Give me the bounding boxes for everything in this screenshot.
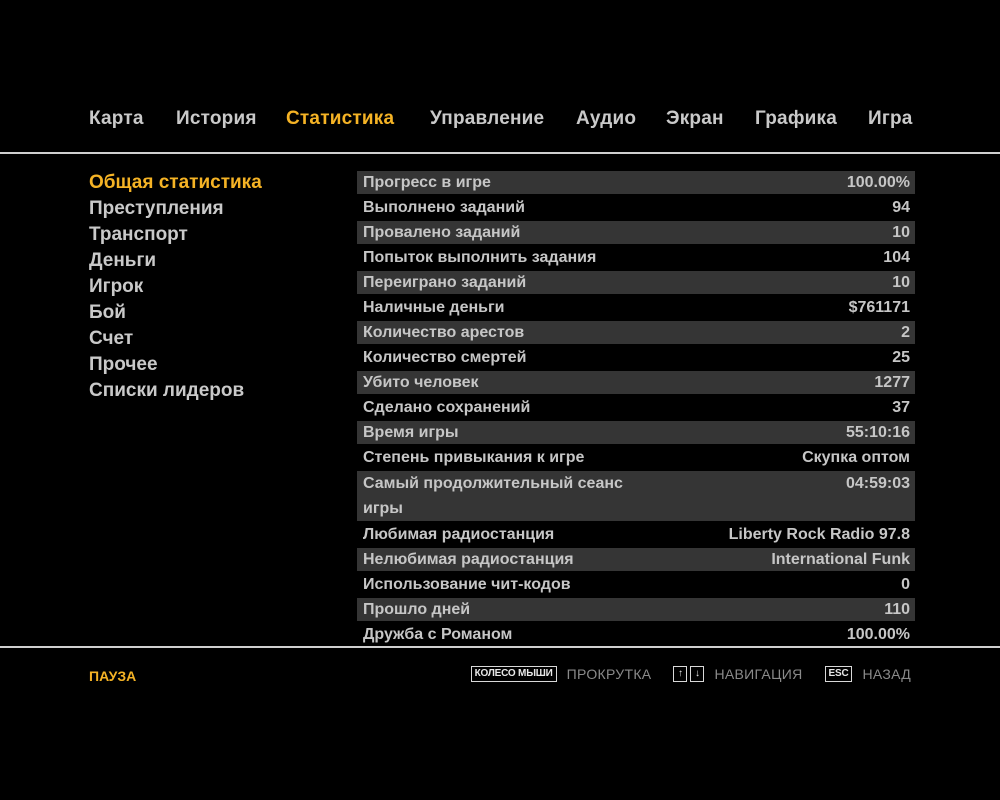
arrow-up-icon: ↑ [673,666,688,682]
stat-value: 94 [892,199,910,216]
stat-row: Дружба с Романом 100.00% [357,623,915,646]
back-button[interactable]: НАЗАД [862,666,911,682]
esc-key-icon[interactable]: ESC [824,666,853,682]
stat-row: Прошло дней 110 [357,598,915,621]
top-nav: Карта История Статистика Управление Ауди… [0,108,1000,140]
stat-label: Наличные деньги [363,299,505,316]
tab-story[interactable]: История [176,108,257,130]
stat-row: Провалено заданий 10 [357,221,915,244]
stat-value: $761171 [848,299,910,316]
stat-value: 55:10:16 [845,424,910,441]
stat-row: Убито человек 1277 [357,371,915,394]
stat-row: Попыток выполнить задания 104 [357,246,915,269]
stat-label: Прошло дней [363,601,471,618]
stat-value: 10 [892,274,910,291]
bottom-hint-bar: ПАУЗА КОЛЕСО МЫШИ ПРОКРУТКА ↑ ↓ НАВИГАЦИ… [0,664,1000,690]
stat-value: 04:59:03 [845,475,910,492]
stat-value: 1277 [874,374,910,391]
side-item-transport[interactable]: Транспорт [89,222,329,248]
side-item-general-stats[interactable]: Общая статистика [89,170,329,196]
tab-audio[interactable]: Аудио [576,108,636,130]
stat-label: Самый продолжительный сеанс игры [363,475,623,517]
stat-row: Наличные деньги $761171 [357,296,915,319]
stat-label: Переиграно заданий [363,274,527,291]
stat-row: Степень привыкания к игре Скупка оптом [357,446,915,469]
pause-label: ПАУЗА [89,668,137,684]
tab-map[interactable]: Карта [89,108,144,130]
tab-graphics[interactable]: Графика [755,108,837,130]
stat-label: Количество арестов [363,324,525,341]
stat-value: 0 [901,576,910,593]
stats-category-menu: Общая статистика Преступления Транспорт … [89,170,329,404]
tab-display[interactable]: Экран [666,108,724,130]
side-item-combat[interactable]: Бой [89,300,329,326]
stat-label: Нелюбимая радиостанция [363,551,574,568]
stat-row: Нелюбимая радиостанция International Funk [357,548,915,571]
stat-value: 100.00% [846,626,910,643]
tab-controls[interactable]: Управление [430,108,544,130]
stat-value: 104 [883,249,910,266]
side-item-misc[interactable]: Прочее [89,352,329,378]
side-item-player[interactable]: Игрок [89,274,329,300]
side-item-score[interactable]: Счет [89,326,329,352]
bottom-divider [0,646,1000,648]
arrow-down-icon: ↓ [690,666,705,682]
stat-value: Скупка оптом [802,449,910,466]
mouse-wheel-key-icon: КОЛЕСО МЫШИ [470,666,557,682]
control-hints: КОЛЕСО МЫШИ ПРОКРУТКА ↑ ↓ НАВИГАЦИЯ ESC … [470,666,911,682]
stat-label: Время игры [363,424,459,441]
side-item-leaderboards[interactable]: Списки лидеров [89,378,329,404]
stat-label: Выполнено заданий [363,199,525,216]
stat-label: Количество смертей [363,349,527,366]
top-divider [0,152,1000,154]
stat-row: Выполнено заданий 94 [357,196,915,219]
side-item-crimes[interactable]: Преступления [89,196,329,222]
stat-label: Прогресс в игре [363,174,491,191]
stat-row: Количество смертей 25 [357,346,915,369]
stat-row: Сделано сохранений 37 [357,396,915,419]
stat-value: 37 [892,399,910,416]
stat-row: Прогресс в игре 100.00% [357,171,915,194]
stat-label: Любимая радиостанция [363,526,555,543]
stat-label: Сделано сохранений [363,399,531,416]
stat-value: 2 [901,324,910,341]
stat-value: 10 [892,224,910,241]
scroll-hint: ПРОКРУТКА [566,666,652,682]
navigation-hint: НАВИГАЦИЯ [714,666,803,682]
tab-statistics[interactable]: Статистика [286,108,394,130]
stat-value: International Funk [771,551,910,568]
stat-row: Количество арестов 2 [357,321,915,344]
arrow-keys: ↑ ↓ [673,666,714,682]
stat-value: Liberty Rock Radio 97.8 [728,526,910,543]
stat-label: Дружба с Романом [363,626,513,643]
stat-value: 100.00% [846,174,910,191]
stat-label: Убито человек [363,374,479,391]
stat-label: Провалено заданий [363,224,521,241]
stat-label: Использование чит-кодов [363,576,571,593]
stats-table[interactable]: Прогресс в игре 100.00% Выполнено заданий… [357,171,915,648]
stat-row: Самый продолжительный сеанс игры 04:59:03 [357,471,915,521]
stat-label: Попыток выполнить задания [363,249,597,266]
stat-row: Использование чит-кодов 0 [357,573,915,596]
stat-row: Переиграно заданий 10 [357,271,915,294]
stat-row: Любимая радиостанция Liberty Rock Radio 9… [357,523,915,546]
stat-row: Время игры 55:10:16 [357,421,915,444]
stat-label: Степень привыкания к игре [363,449,585,466]
tab-game[interactable]: Игра [868,108,913,130]
stat-value: 25 [892,349,910,366]
side-item-money[interactable]: Деньги [89,248,329,274]
stat-value: 110 [884,601,910,618]
